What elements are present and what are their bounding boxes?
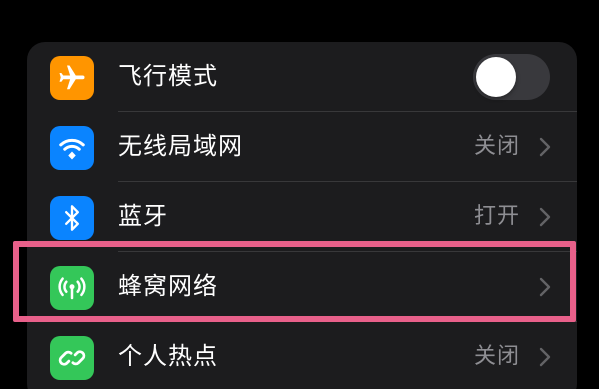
settings-row-cellular[interactable]: 蜂窝网络 bbox=[27, 252, 577, 321]
bluetooth-status: 打开 bbox=[473, 204, 520, 229]
airplane-mode-label: 飞行模式 bbox=[118, 62, 218, 90]
personal-hotspot-icon bbox=[50, 336, 94, 380]
settings-row-wifi[interactable]: 无线局域网 关闭 bbox=[27, 112, 577, 181]
toggle-knob bbox=[476, 57, 516, 97]
wifi-label: 无线局域网 bbox=[118, 132, 243, 160]
chevron-right-icon bbox=[539, 207, 551, 227]
personal-hotspot-status: 关闭 bbox=[473, 344, 520, 369]
settings-row-airplane-mode: 飞行模式 bbox=[27, 42, 577, 111]
personal-hotspot-label: 个人热点 bbox=[118, 342, 218, 370]
chevron-right-icon bbox=[539, 137, 551, 157]
cellular-label: 蜂窝网络 bbox=[118, 272, 218, 300]
airplane-icon bbox=[50, 56, 94, 100]
wifi-icon bbox=[50, 126, 94, 170]
bluetooth-icon bbox=[50, 196, 94, 240]
bluetooth-label: 蓝牙 bbox=[118, 202, 168, 230]
settings-screen: 飞行模式 无线局域网 关闭 蓝牙 打开 蜂窝网络 个人热点 关闭 bbox=[0, 0, 599, 389]
settings-row-personal-hotspot[interactable]: 个人热点 关闭 bbox=[27, 322, 577, 389]
settings-row-bluetooth[interactable]: 蓝牙 打开 bbox=[27, 182, 577, 251]
cellular-antenna-icon bbox=[50, 266, 94, 310]
airplane-mode-toggle[interactable] bbox=[473, 54, 550, 100]
chevron-right-icon bbox=[539, 347, 551, 367]
chevron-right-icon bbox=[539, 277, 551, 297]
wifi-status: 关闭 bbox=[473, 134, 520, 159]
settings-group: 飞行模式 无线局域网 关闭 蓝牙 打开 蜂窝网络 个人热点 关闭 bbox=[27, 42, 577, 389]
